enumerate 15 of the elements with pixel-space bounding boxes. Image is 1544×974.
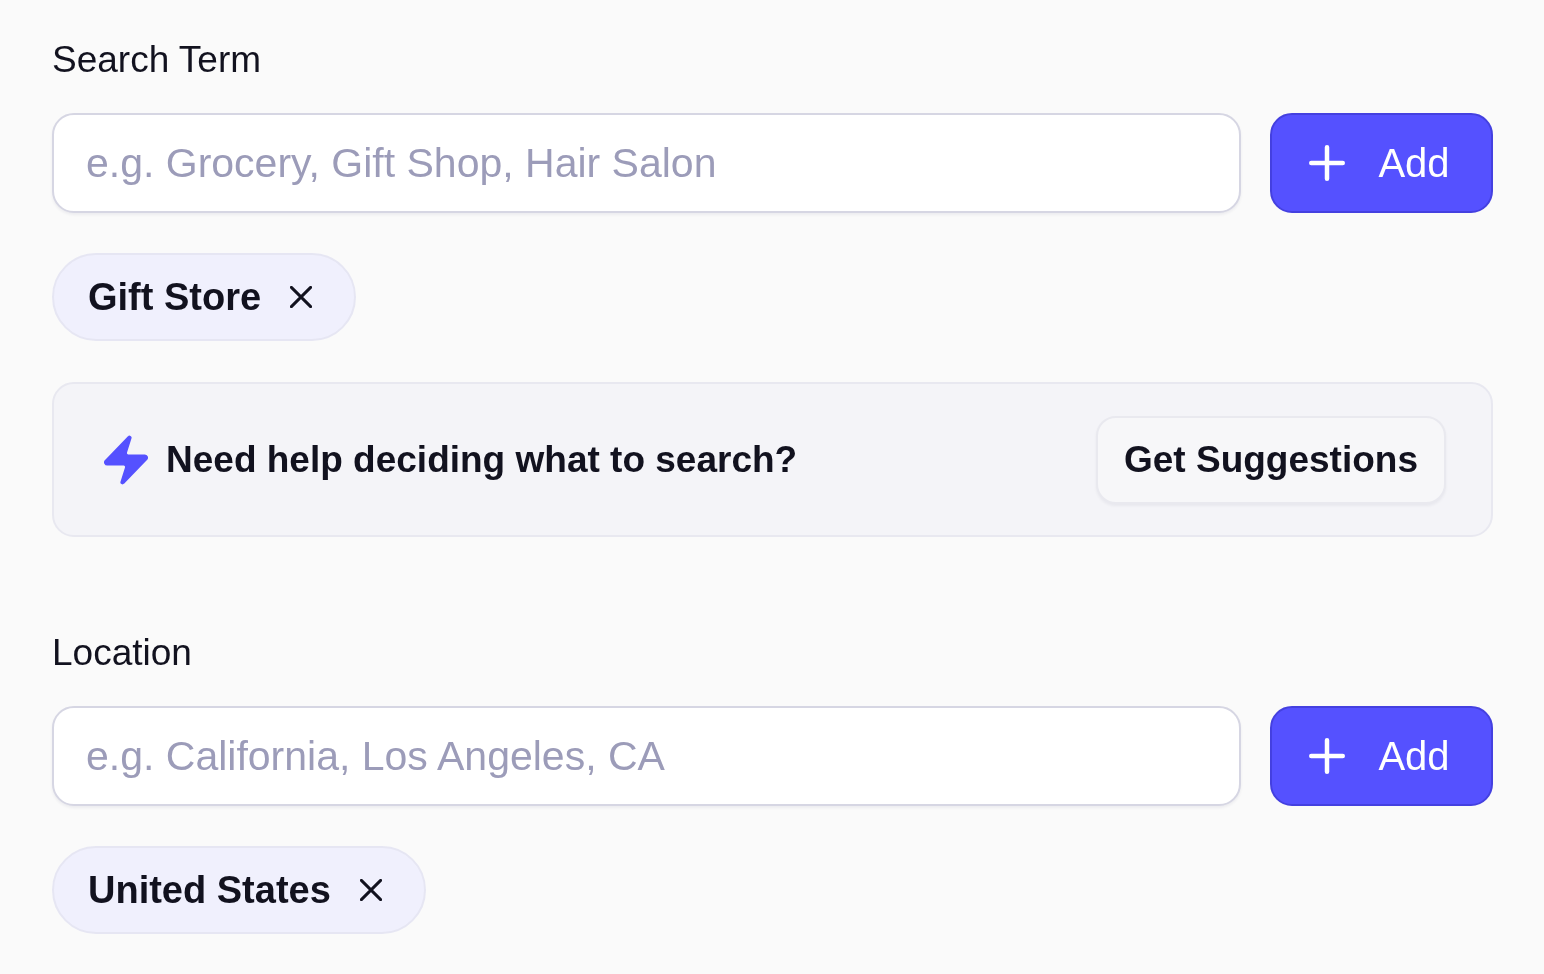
add-button[interactable]: Add (1270, 113, 1493, 213)
close-icon[interactable] (290, 286, 313, 308)
tag-label: United States (88, 867, 331, 913)
tag-label: Gift Store (88, 274, 262, 320)
lightning-icon (104, 434, 148, 485)
plus-icon (1309, 145, 1346, 181)
close-icon[interactable] (359, 879, 382, 901)
section-label: Search Term (52, 38, 262, 82)
suggestions-button[interactable]: Get Suggestions (1096, 415, 1446, 504)
section-label: Location (52, 631, 192, 675)
help-text: Need help deciding what to search? (166, 437, 798, 482)
input-field[interactable]: e.g. Grocery, Gift Shop, Hair Salon (52, 113, 1241, 213)
input-field[interactable]: e.g. California, Los Angeles, CA (52, 706, 1241, 806)
plus-icon (1309, 738, 1346, 774)
add-button[interactable]: Add (1270, 706, 1493, 806)
